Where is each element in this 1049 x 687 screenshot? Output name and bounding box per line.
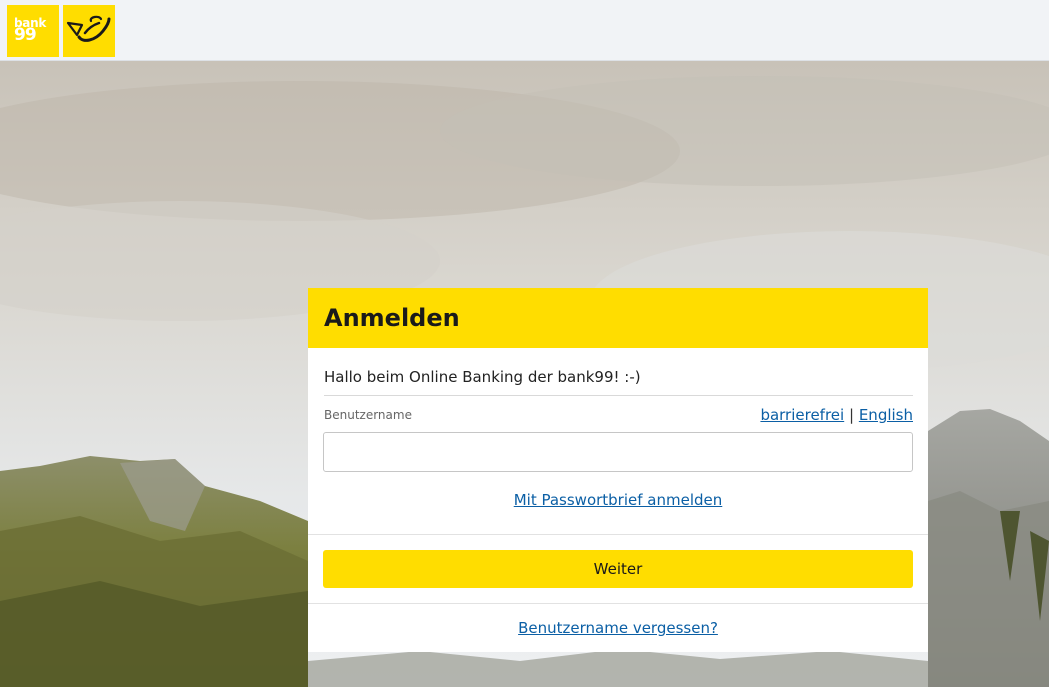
- post-logo[interactable]: [63, 5, 115, 57]
- greeting-text: Hallo beim Online Banking der bank99! :-…: [324, 368, 641, 386]
- forgot-username-wrap: Benutzername vergessen?: [308, 619, 928, 637]
- bank99-logo[interactable]: bank 99: [7, 5, 59, 57]
- divider: [308, 534, 928, 535]
- top-header: bank 99: [0, 0, 1049, 61]
- login-card-header: Anmelden: [308, 288, 928, 348]
- accessibility-language-links: barrierefrei | English: [760, 406, 913, 424]
- post-horn-icon: [66, 15, 111, 42]
- login-card: Anmelden Hallo beim Online Banking der b…: [308, 288, 928, 652]
- password-letter-link-wrap: Mit Passwortbrief anmelden: [308, 491, 928, 509]
- login-title: Anmelden: [324, 304, 460, 332]
- barrierefrei-link[interactable]: barrierefrei: [760, 406, 844, 424]
- forgot-username-link[interactable]: Benutzername vergessen?: [518, 619, 718, 637]
- username-label: Benutzername: [324, 408, 412, 422]
- link-separator: |: [848, 406, 855, 424]
- bank99-logo-number: 99: [14, 25, 37, 45]
- password-letter-link[interactable]: Mit Passwortbrief anmelden: [514, 491, 723, 509]
- divider: [308, 603, 928, 604]
- english-link[interactable]: English: [859, 406, 913, 424]
- username-input[interactable]: [323, 432, 913, 472]
- continue-button[interactable]: Weiter: [323, 550, 913, 588]
- divider: [324, 395, 913, 396]
